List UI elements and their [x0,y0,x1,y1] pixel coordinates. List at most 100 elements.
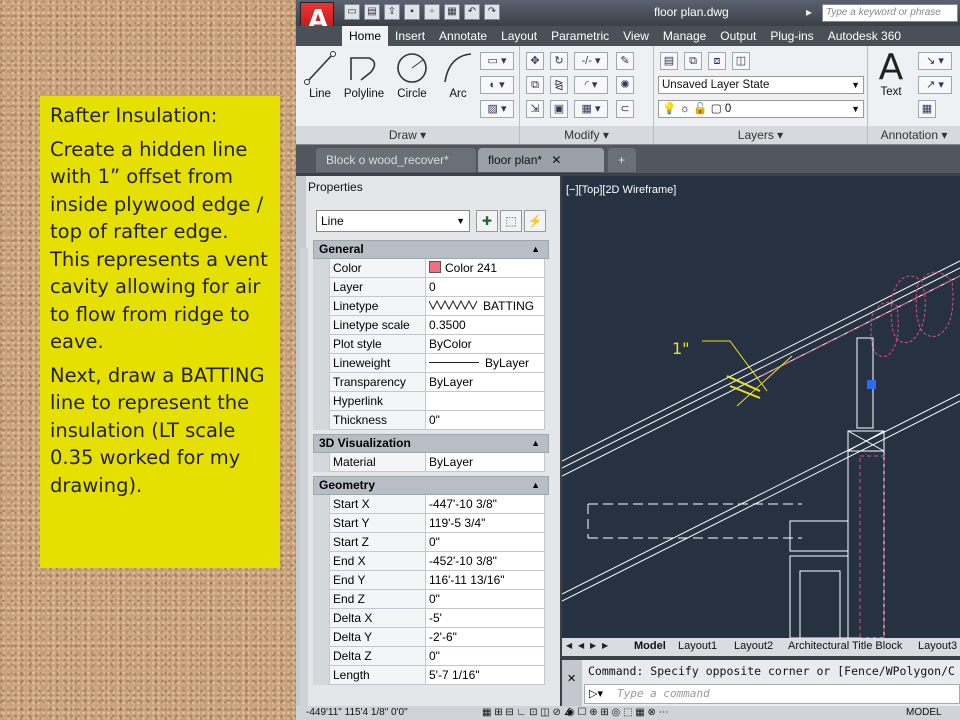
prop-row-color[interactable]: Color Color 241 [313,259,549,278]
tab-output[interactable]: Output [713,26,763,46]
save-to-cloud-icon[interactable]: ⇪ [384,4,400,20]
tab-view[interactable]: View [616,26,656,46]
circle-tool-button[interactable]: Circle [388,50,436,100]
prev-layout-icon[interactable]: ◀ [578,641,588,653]
grip-point[interactable] [867,380,876,389]
prop-row-transparency[interactable]: Transparency ByLayer [313,373,549,392]
prop-row-hyperlink[interactable]: Hyperlink [313,392,549,411]
search-expand-icon[interactable]: ▸ [806,5,812,19]
arc-tool-button[interactable]: Arc [434,50,482,100]
array-icon[interactable]: ▦ ▾ [574,100,608,118]
prop-row-thickness[interactable]: Thickness 0" [313,411,549,430]
new-tab-button[interactable]: + [608,148,636,172]
move-icon[interactable]: ✥ [526,52,544,70]
prop-row-linetype-scale[interactable]: Linetype scale 0.3500 [313,316,549,335]
line-tool-button[interactable]: Line [296,50,344,100]
doc-tab-block-o-wood[interactable]: Block o wood_recover* [316,148,476,172]
fillet-icon[interactable]: ◜ ▾ [574,76,608,94]
trim-icon[interactable]: -/- ▾ [574,52,608,70]
prop-row-material[interactable]: Material ByLayer [313,453,549,472]
tab-plugins[interactable]: Plug-ins [763,26,820,46]
save-as-icon[interactable]: ▫ [424,4,440,20]
close-tab-icon[interactable]: ✕ [551,153,561,167]
section-geometry[interactable]: Geometry ▲ [313,476,549,495]
save-icon[interactable]: ▪ [404,4,420,20]
offset-icon[interactable]: ⊂ [616,100,634,118]
tab-layout[interactable]: Layout [494,26,544,46]
prop-row-end-z[interactable]: End Z 0" [313,590,549,609]
model-space-toggle[interactable]: MODEL [906,707,942,718]
polyline-tool-button[interactable]: Polyline [338,50,390,100]
prop-row-end-x[interactable]: End X -452'-10 3/8" [313,552,549,571]
drawing-viewport[interactable]: [−][Top][2D Wireframe] 1" [562,176,960,638]
layout-tab-layout3[interactable]: Layout3 [918,640,957,652]
leader-icon[interactable]: ↗ ▾ [918,76,952,94]
dimension-icon[interactable]: ↘ ▾ [918,52,952,70]
prop-row-lineweight[interactable]: Lineweight ByLayer [313,354,549,373]
new-file-icon[interactable]: ▭ [344,4,360,20]
command-input[interactable]: ▷▾ Type a command [584,684,960,704]
redo-icon[interactable]: ↷ [484,4,500,20]
prop-row-start-x[interactable]: Start X -447'-10 3/8" [313,495,549,514]
prop-row-end-y[interactable]: End Y 116'-11 13/16" [313,571,549,590]
prop-row-plot-style[interactable]: Plot style ByColor [313,335,549,354]
undo-icon[interactable]: ↶ [464,4,480,20]
rotate-icon[interactable]: ↻ [550,52,568,70]
erase-icon[interactable]: ✎ [616,52,634,70]
quick-select-icon[interactable]: ⚡ [524,210,546,232]
object-type-dropdown[interactable]: Line ▼ [316,210,470,232]
text-tool-button[interactable]: A Text [868,50,914,99]
gradient-icon[interactable]: ▨ ▾ [480,100,514,118]
modify-panel-title[interactable]: Modify ▾ [520,126,653,144]
layout-tab-layout2[interactable]: Layout2 [734,640,773,652]
palette-scrollbar[interactable] [300,248,308,718]
tab-insert[interactable]: Insert [388,26,432,46]
command-prompt-icon[interactable]: ▷▾ [589,687,603,700]
section-general[interactable]: General ▲ [313,240,549,259]
select-objects-icon[interactable]: ⬚ [500,210,522,232]
prop-row-delta-x[interactable]: Delta X -5' [313,609,549,628]
prop-row-delta-y[interactable]: Delta Y -2'-6" [313,628,549,647]
osnap-icons[interactable]: ◉ ☐ ⊕ ⊞ ◎ ⬚ ▦ ⊗ ⋯ [566,707,669,718]
section-3d-visualization[interactable]: 3D Visualization ▲ [313,434,549,453]
last-layout-icon[interactable]: ▶ [602,641,612,653]
prop-row-length[interactable]: Length 5'-7 1/16" [313,666,549,685]
rectangle-icon[interactable]: ▭ ▾ [480,52,514,70]
drawing-canvas[interactable]: 1" [562,176,960,638]
layers-panel-title[interactable]: Layers ▾ [654,126,867,144]
tab-parametric[interactable]: Parametric [544,26,616,46]
layout-tab-title-block[interactable]: Architectural Title Block [788,640,902,652]
toggle-pickadd-icon[interactable]: ✚ [476,210,498,232]
stretch-icon[interactable]: ⇲ [526,100,544,118]
command-line-grip[interactable]: ✕ [562,660,582,706]
print-icon[interactable]: ▦ [444,4,460,20]
layer-iso-icon[interactable]: ◫ [732,52,750,70]
prop-row-linetype[interactable]: Linetype BATTING [313,297,549,316]
prop-row-layer[interactable]: Layer 0 [313,278,549,297]
layer-match-icon[interactable]: ⧈ [708,52,726,70]
draw-panel-title[interactable]: Draw ▾ [296,126,519,144]
tab-autodesk-360[interactable]: Autodesk 360 [821,26,908,46]
snap-icon[interactable]: ▦ ⊞ ⊟ ∟ ⊡ ◫ ⊘ ∠ [482,707,573,718]
table-icon[interactable]: ▦ [918,100,936,118]
tab-annotate[interactable]: Annotate [432,26,494,46]
next-layout-icon[interactable]: ▶ [590,641,600,653]
first-layout-icon[interactable]: ◀ [566,641,576,653]
tab-manage[interactable]: Manage [656,26,713,46]
layer-properties-icon[interactable]: ▤ [660,52,678,70]
annotation-panel-title[interactable]: Annotation ▾ [868,126,960,144]
prop-row-start-y[interactable]: Start Y 119'-5 3/4" [313,514,549,533]
close-command-icon[interactable]: ✕ [567,672,576,685]
hatch-icon[interactable]: ◐ ▾ [480,76,514,94]
search-input[interactable]: Type a keyword or phrase [822,4,958,22]
layer-state-icon[interactable]: ⧉ [684,52,702,70]
copy-icon[interactable]: ⧉ [526,76,544,94]
prop-row-delta-z[interactable]: Delta Z 0" [313,647,549,666]
layout-tab-model[interactable]: Model [634,640,666,652]
mirror-icon[interactable]: ⧎ [550,76,568,94]
doc-tab-floor-plan[interactable]: floor plan* ✕ [478,148,604,172]
explode-icon[interactable]: ✺ [616,76,634,94]
open-folder-icon[interactable]: ▤ [364,4,380,20]
prop-row-start-z[interactable]: Start Z 0" [313,533,549,552]
scale-icon[interactable]: ▣ [550,100,568,118]
